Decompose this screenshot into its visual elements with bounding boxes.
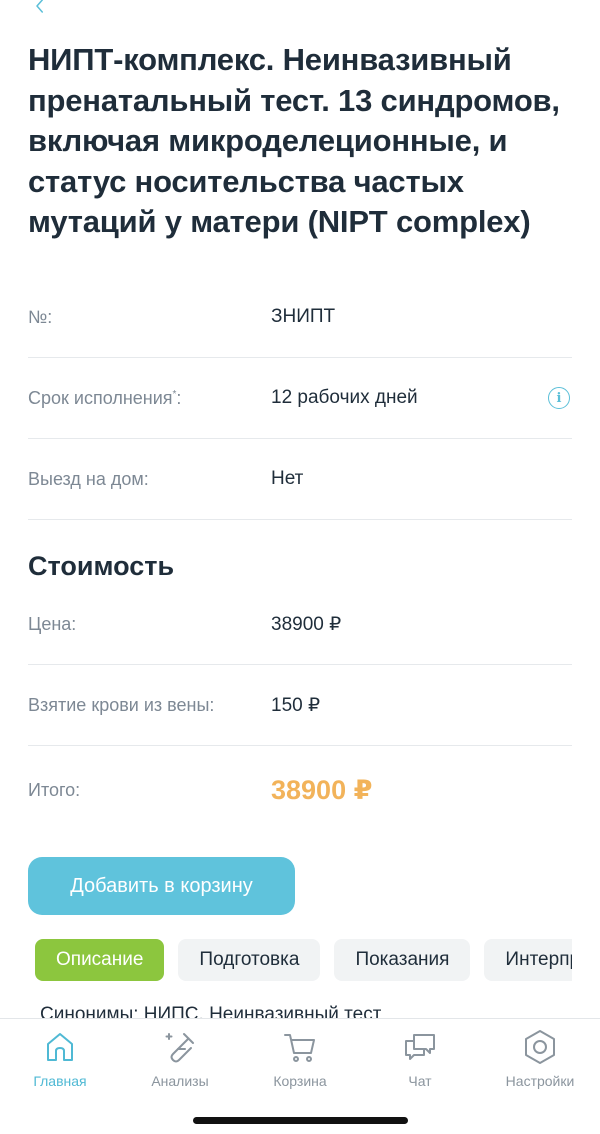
back-button[interactable]	[28, 0, 52, 18]
chat-icon	[405, 1034, 435, 1060]
price-value: 38900 ₽	[271, 613, 342, 635]
cost-section-title: Стоимость	[28, 551, 175, 581]
info-tabs: Описание Подготовка Показания Интерпрета…	[35, 939, 572, 981]
tabbar-item-tests[interactable]: Анализы	[120, 1027, 240, 1089]
tab-description[interactable]: Описание	[35, 939, 165, 981]
code-label: №:	[28, 306, 53, 327]
blood-draw-value: 150 ₽	[271, 694, 321, 716]
home-visit-value: Нет	[271, 468, 304, 489]
tabbar-item-chat[interactable]: Чат	[360, 1027, 480, 1089]
page-title: НИПТ-комплекс. Неинвазивный пренатальный…	[28, 42, 560, 239]
total-label: Итого:	[28, 780, 81, 800]
tab-indications[interactable]: Показания	[334, 939, 471, 981]
tabbar-label: Чат	[408, 1073, 432, 1089]
tabbar-item-cart[interactable]: Корзина	[240, 1027, 360, 1089]
home-visit-row: Выезд на дом: Нет	[28, 439, 572, 520]
tabbar-item-settings[interactable]: Настройки	[480, 1027, 600, 1089]
tabbar-item-home[interactable]: Главная	[0, 1027, 120, 1089]
home-icon	[47, 1033, 73, 1061]
blood-draw-label: Взятие крови из вены:	[28, 694, 215, 715]
info-icon[interactable]: i	[548, 387, 570, 409]
price-row: Цена: 38900 ₽	[28, 584, 572, 665]
cart-icon	[284, 1034, 315, 1062]
total-value: 38900 ₽	[271, 775, 373, 805]
tabbar-label: Настройки	[505, 1073, 575, 1089]
home-visit-label: Выезд на дом:	[28, 468, 149, 489]
settings-icon	[525, 1030, 555, 1064]
term-label: Срок исполнения*:	[28, 387, 182, 408]
tab-interpretation[interactable]: Интерпретация	[484, 939, 572, 981]
blood-draw-row: Взятие крови из вены: 150 ₽	[28, 665, 572, 746]
tabbar-label: Анализы	[151, 1073, 209, 1089]
chevron-left-icon	[36, 0, 43, 13]
code-value: ЗНИПТ	[271, 306, 336, 327]
code-row: №: ЗНИПТ	[28, 277, 572, 358]
home-indicator	[193, 1117, 408, 1124]
term-value: 12 рабочих дней	[271, 387, 418, 408]
add-to-cart-button[interactable]: Добавить в корзину	[28, 857, 295, 915]
term-row: Срок исполнения*: 12 рабочих дней i	[28, 358, 572, 439]
price-label: Цена:	[28, 613, 77, 634]
tabbar-label: Корзина	[273, 1073, 327, 1089]
total-row: Итого: 38900 ₽	[28, 750, 572, 831]
test-tube-icon	[165, 1033, 194, 1063]
tab-preparation[interactable]: Подготовка	[178, 939, 321, 981]
tabbar-label: Главная	[33, 1073, 87, 1089]
